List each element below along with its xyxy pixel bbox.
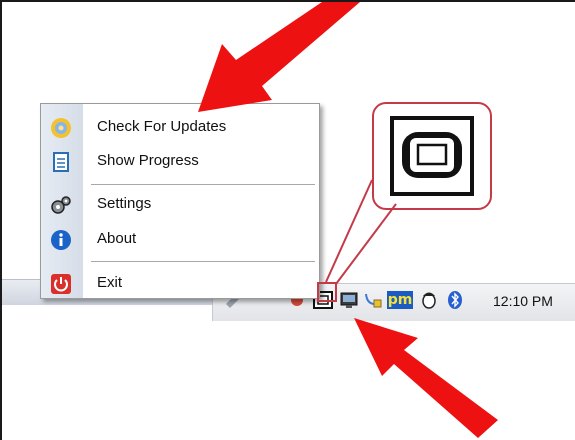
- menu-item-label: Check For Updates: [97, 118, 227, 135]
- menu-item-check-for-updates[interactable]: Check For Updates: [41, 110, 319, 144]
- menu-item-label: About: [97, 230, 137, 247]
- power-icon: [51, 274, 71, 294]
- network-icon[interactable]: [339, 290, 359, 310]
- menu-separator: [91, 261, 315, 262]
- menu-item-label: Settings: [97, 195, 152, 212]
- menu-separator: [91, 184, 315, 185]
- check-updates-icon: [51, 118, 71, 138]
- menu-item-about[interactable]: About: [41, 222, 319, 256]
- gears-icon: [51, 196, 71, 214]
- info-icon: [51, 230, 71, 250]
- tray-context-menu: Check For Updates Show Progress Settings…: [40, 103, 320, 299]
- mouse-icon[interactable]: [419, 290, 439, 310]
- menu-item-settings[interactable]: Settings: [41, 187, 319, 221]
- pm-icon[interactable]: pm: [387, 291, 413, 309]
- menu-item-label: Exit: [97, 274, 123, 291]
- menu-item-label: Show Progress: [97, 152, 199, 169]
- menu-item-show-progress[interactable]: Show Progress: [41, 144, 319, 178]
- zoom-callout: [372, 102, 492, 210]
- power-cable-icon[interactable]: [363, 290, 383, 310]
- app-tray-icon-magnified: [390, 116, 474, 196]
- bluetooth-icon[interactable]: [445, 290, 465, 310]
- menu-item-exit[interactable]: Exit: [41, 266, 319, 300]
- clipboard-icon: [53, 152, 69, 172]
- clock[interactable]: 12:10 PM: [493, 293, 553, 309]
